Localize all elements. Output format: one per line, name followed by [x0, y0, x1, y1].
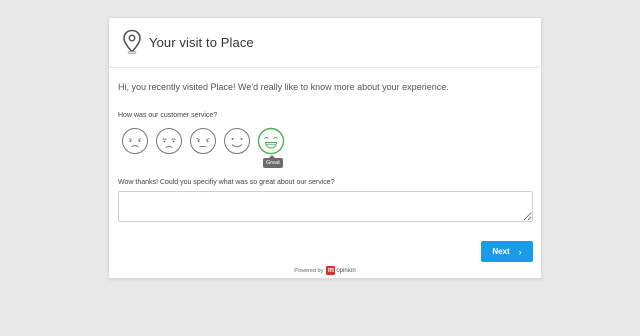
rating-great-icon[interactable]	[257, 127, 285, 155]
powered-by-text: Powered by	[294, 267, 324, 274]
chevron-right-icon: ›	[518, 246, 522, 257]
survey-card: Your visit to Place Hi, you recently vis…	[108, 17, 542, 279]
mopinion-logo-icon: m	[326, 266, 336, 275]
brand-name: opinion	[336, 267, 356, 274]
next-button[interactable]: Next ›	[481, 241, 533, 262]
rating-faces	[121, 127, 321, 161]
rating-tooltip: Great	[263, 155, 283, 168]
rating-very-bad-icon[interactable]	[121, 127, 149, 155]
intro-text: Hi, you recently visited Place! We'd rea…	[118, 82, 449, 92]
page-title: Your visit to Place	[149, 35, 254, 50]
footer: Powered by m opinion	[109, 266, 541, 275]
map-pin-icon	[122, 29, 142, 55]
question-followup: Wow thanks! Could you specifiy what was …	[118, 179, 335, 186]
rating-neutral-icon[interactable]	[189, 127, 217, 155]
feedback-textarea[interactable]	[118, 191, 533, 222]
rating-bad-icon[interactable]	[155, 127, 183, 155]
rating-good-icon[interactable]	[223, 127, 251, 155]
survey-header: Your visit to Place	[109, 18, 541, 68]
question-customer-service: How was our customer service?	[118, 112, 218, 119]
next-button-label: Next	[492, 247, 510, 256]
